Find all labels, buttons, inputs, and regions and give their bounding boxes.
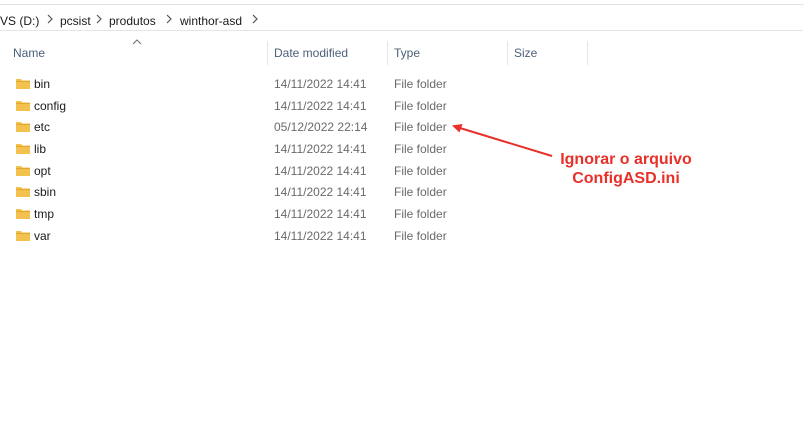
breadcrumb-produtos[interactable]: produtos: [109, 14, 156, 28]
annotation-arrow-icon: [452, 124, 553, 157]
list-item[interactable]: config 14/11/2022 14:41 File folder: [0, 95, 470, 117]
file-name[interactable]: config: [34, 99, 66, 113]
list-item[interactable]: lib 14/11/2022 14:41 File folder: [0, 138, 470, 160]
breadcrumb-drive[interactable]: VS (D:): [0, 14, 39, 28]
file-date-modified: 05/12/2022 22:14: [274, 120, 368, 134]
file-name[interactable]: tmp: [34, 207, 54, 221]
file-type: File folder: [394, 164, 447, 178]
chevron-right-icon[interactable]: [164, 13, 174, 25]
file-type: File folder: [394, 99, 447, 113]
file-date-modified: 14/11/2022 14:41: [274, 164, 367, 178]
column-header-type[interactable]: Type: [394, 46, 420, 60]
file-name[interactable]: etc: [34, 120, 50, 134]
file-name[interactable]: sbin: [34, 185, 56, 199]
chevron-right-icon[interactable]: [45, 13, 55, 25]
chevron-right-icon[interactable]: [94, 13, 104, 25]
breadcrumb-pcsist[interactable]: pcsist: [60, 14, 91, 28]
column-divider[interactable]: [267, 41, 268, 65]
file-type: File folder: [394, 207, 447, 221]
file-type: File folder: [394, 229, 447, 243]
folder-icon: [16, 77, 30, 90]
file-date-modified: 14/11/2022 14:41: [274, 99, 367, 113]
folder-icon: [16, 99, 30, 112]
list-item[interactable]: bin 14/11/2022 14:41 File folder: [0, 73, 470, 95]
folder-icon: [16, 207, 30, 220]
window-top-border: [0, 4, 804, 5]
annotation-line-1: Ignorar o arquivo: [560, 151, 692, 168]
folder-icon: [16, 229, 30, 242]
file-name[interactable]: opt: [34, 164, 51, 178]
file-type: File folder: [394, 77, 447, 91]
file-type: File folder: [394, 142, 447, 156]
annotation-callout: Ignorar o arquivo ConfigASD.ini: [546, 150, 706, 188]
file-type: File folder: [394, 120, 447, 134]
column-header-name[interactable]: Name: [13, 46, 45, 60]
column-header-row: Name Date modified Type Size: [0, 37, 804, 69]
annotation-line-2: ConfigASD.ini: [572, 170, 680, 187]
column-divider[interactable]: [587, 41, 588, 65]
list-item[interactable]: tmp 14/11/2022 14:41 File folder: [0, 203, 470, 225]
file-name[interactable]: lib: [34, 142, 46, 156]
folder-icon: [16, 185, 30, 198]
list-item[interactable]: var 14/11/2022 14:41 File folder: [0, 225, 470, 247]
file-date-modified: 14/11/2022 14:41: [274, 185, 367, 199]
chevron-right-icon[interactable]: [250, 13, 260, 25]
file-name[interactable]: bin: [34, 77, 50, 91]
file-date-modified: 14/11/2022 14:41: [274, 229, 367, 243]
list-item[interactable]: etc 05/12/2022 22:14 File folder: [0, 116, 470, 138]
column-header-size[interactable]: Size: [514, 46, 537, 60]
folder-icon: [16, 142, 30, 155]
list-item[interactable]: sbin 14/11/2022 14:41 File folder: [0, 181, 470, 203]
column-divider[interactable]: [387, 41, 388, 65]
file-date-modified: 14/11/2022 14:41: [274, 207, 367, 221]
sort-ascending-icon: [132, 35, 142, 45]
column-divider[interactable]: [507, 41, 508, 65]
breadcrumb-winthor-asd[interactable]: winthor-asd: [180, 14, 242, 28]
folder-icon: [16, 164, 30, 177]
file-date-modified: 14/11/2022 14:41: [274, 77, 367, 91]
column-header-date-modified[interactable]: Date modified: [274, 46, 348, 60]
file-name[interactable]: var: [34, 229, 51, 243]
folder-icon: [16, 120, 30, 133]
file-date-modified: 14/11/2022 14:41: [274, 142, 367, 156]
list-item[interactable]: opt 14/11/2022 14:41 File folder: [0, 160, 470, 182]
file-type: File folder: [394, 185, 447, 199]
address-bar[interactable]: VS (D:) pcsist produtos winthor-asd: [0, 9, 803, 31]
